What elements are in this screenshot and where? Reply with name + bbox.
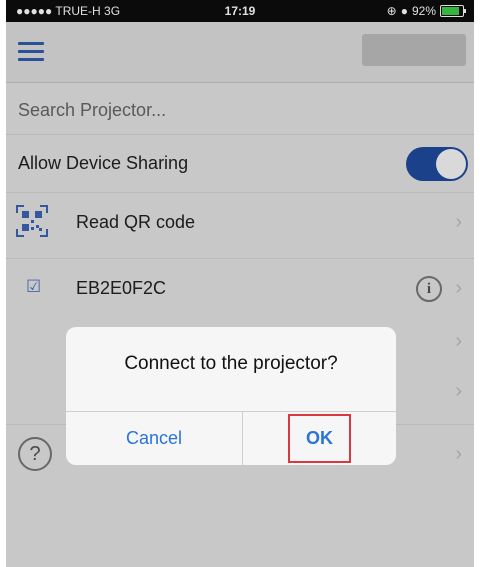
connect-dialog: Connect to the projector? Cancel OK [66, 327, 396, 465]
app-screen: ●●●●● TRUE-H 3G 17:19 ⊕ ● 92% Allow Devi… [6, 0, 474, 567]
ok-button-label: OK [288, 414, 351, 463]
modal-overlay [6, 0, 474, 567]
cancel-button[interactable]: Cancel [66, 412, 242, 465]
ok-button[interactable]: OK [243, 412, 396, 465]
dialog-message: Connect to the projector? [124, 353, 338, 374]
